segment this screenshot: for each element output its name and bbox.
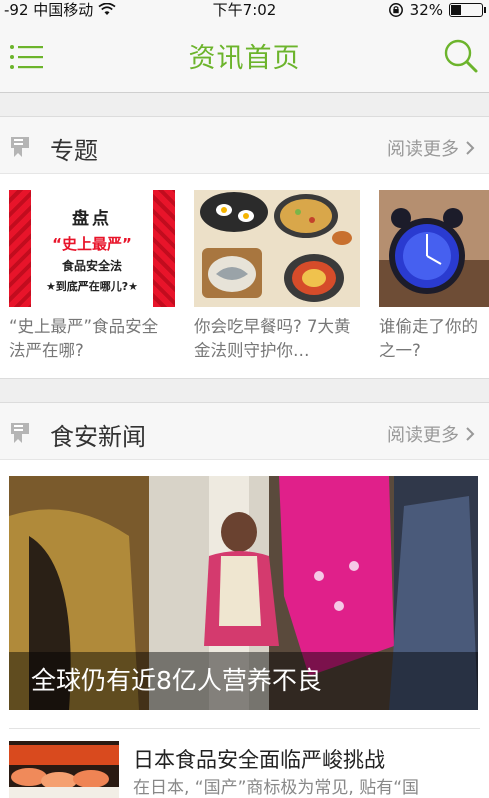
section-bookmark-icon xyxy=(11,137,29,157)
section-title-news: 食安新闻 xyxy=(50,423,146,451)
news-list: 全球仍有近8亿人营养不良 日本食品安全面临严峻挑战 在日本, “国产”商标极为常… xyxy=(0,460,489,798)
section-bookmark-icon xyxy=(11,423,29,443)
thumb-text-line: 食品安全法 xyxy=(61,259,122,273)
page-title: 资讯首页 xyxy=(188,43,301,74)
battery-percent: 32% xyxy=(409,1,443,19)
featured-news[interactable]: 全球仍有近8亿人营养不良 xyxy=(9,476,478,710)
breakfast-illustration xyxy=(194,190,360,307)
featured-news-caption: 全球仍有近8亿人营养不良 xyxy=(9,652,478,710)
topic-thumb-food-safety-law: 盘点 “史上最严” 食品安全法 ★到底严在哪儿?★ xyxy=(9,190,175,307)
news-item-title: 日本食品安全面临严峻挑战 xyxy=(133,748,385,772)
topic-thumb-alarm-clock xyxy=(379,190,489,307)
thumb-text-line: ★到底严在哪儿?★ xyxy=(45,280,139,293)
battery-icon xyxy=(449,3,486,17)
thumb-text-line: “史上最严” xyxy=(52,235,132,253)
topic-caption: 你会吃早餐吗? 7大黄金法则守护你… xyxy=(194,317,351,360)
chevron-right-icon xyxy=(466,427,475,441)
status-right: 32% xyxy=(388,0,486,20)
topic-card[interactable]: 谁偷走了你的之一? xyxy=(379,190,489,363)
topics-read-more[interactable]: 阅读更多 xyxy=(387,135,475,161)
news-read-more[interactable]: 阅读更多 xyxy=(387,421,475,447)
chevron-right-icon xyxy=(466,141,475,155)
news-header: 食安新闻 阅读更多 xyxy=(0,402,489,460)
alarm-clock-illustration xyxy=(379,190,489,307)
section-title-topics: 专题 xyxy=(50,137,98,165)
sushi-photo xyxy=(9,741,119,798)
read-more-label: 阅读更多 xyxy=(387,139,459,160)
status-bar: -92 中国移动 下午7:02 32% xyxy=(0,0,489,20)
topic-caption: “史上最严”食品安全法严在哪? xyxy=(9,317,159,360)
navbar: 资讯首页 xyxy=(0,20,489,93)
topic-card[interactable]: 你会吃早餐吗? 7大黄金法则守护你… xyxy=(194,190,360,363)
thumb-text-line: 盘点 xyxy=(72,209,112,229)
topics-carousel[interactable]: 盘点 “史上最严” 食品安全法 ★到底严在哪儿?★ “史上最严”食品安全法严在哪… xyxy=(0,174,489,379)
divider xyxy=(9,728,480,729)
news-thumb-sushi xyxy=(9,741,119,798)
orientation-lock-icon xyxy=(388,3,403,17)
news-item[interactable]: 日本食品安全面临严峻挑战 在日本, “国产”商标极为常见, 贴有“国 xyxy=(9,741,479,798)
topic-thumb-breakfast xyxy=(194,190,360,307)
topic-caption: 谁偷走了你的之一? xyxy=(379,317,478,360)
news-item-desc: 在日本, “国产”商标极为常见, 贴有“国 xyxy=(133,778,420,798)
search-icon[interactable] xyxy=(443,38,479,74)
read-more-label: 阅读更多 xyxy=(387,425,459,446)
topics-header: 专题 阅读更多 xyxy=(0,116,489,174)
topic-card[interactable]: 盘点 “史上最严” 食品安全法 ★到底严在哪儿?★ “史上最严”食品安全法严在哪… xyxy=(9,190,175,363)
